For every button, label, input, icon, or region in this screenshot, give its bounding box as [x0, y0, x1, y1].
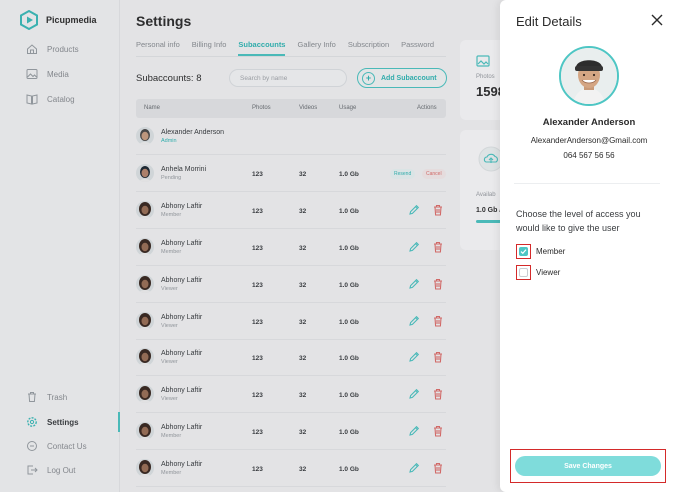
check-icon — [520, 249, 527, 255]
access-option-member[interactable]: Member — [516, 244, 565, 259]
profile-email: AlexanderAnderson@Gmail.com — [530, 136, 648, 145]
profile-phone: 064 567 56 56 — [563, 151, 615, 160]
save-changes-button[interactable]: Save Changes — [515, 456, 661, 476]
close-icon[interactable] — [650, 13, 664, 27]
access-prompt: Choose the level of access you would lik… — [516, 209, 641, 233]
access-option-viewer[interactable]: Viewer — [516, 265, 560, 280]
profile-name: Alexander Anderson — [542, 117, 636, 128]
panel-title: Edit Details — [516, 14, 582, 29]
panel-divider — [514, 183, 660, 184]
viewer-option-label: Viewer — [536, 268, 561, 277]
highlight-box — [516, 265, 531, 280]
member-option-label: Member — [536, 247, 566, 256]
avatar — [559, 46, 619, 106]
highlight-box: Save Changes — [510, 449, 666, 483]
viewer-checkbox[interactable] — [519, 268, 528, 277]
edit-details-panel: Edit Details Alexander Anderson Alexande… — [500, 0, 688, 492]
member-checkbox[interactable] — [519, 247, 528, 256]
profile-photo — [561, 48, 617, 104]
highlight-box — [516, 244, 531, 259]
